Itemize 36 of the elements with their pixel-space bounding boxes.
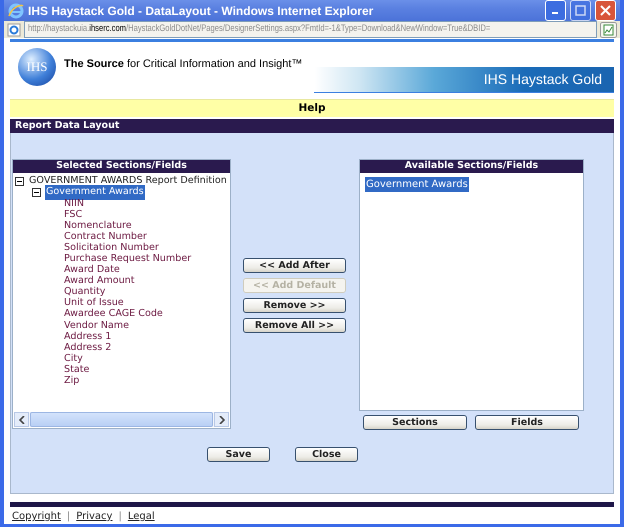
section-title-bar: Report Data Layout bbox=[10, 119, 614, 133]
collapse-toggle-icon[interactable] bbox=[15, 177, 24, 186]
view-button[interactable]: Fields bbox=[475, 415, 579, 430]
tree-item[interactable]: Zip bbox=[63, 374, 80, 388]
dialog-button[interactable]: Close bbox=[295, 447, 358, 462]
footer-link[interactable]: Privacy bbox=[76, 509, 112, 524]
collapse-toggle-icon[interactable] bbox=[32, 188, 41, 198]
window-title: IHS Haystack Gold - DataLayout - Windows Internet Explorer bbox=[28, 2, 374, 20]
tree-item[interactable]: Government Awards bbox=[45, 185, 145, 200]
logo: IHS bbox=[18, 48, 56, 86]
banner-title: IHS Haystack Gold bbox=[314, 67, 614, 93]
address-field[interactable]: http://haystackuia.ihserc.com/HaystackGoldDotNet/Pages/DesignerSettings.aspx?FmtId=-1&Type=Download&NewWindow=True&DBID= bbox=[24, 21, 597, 38]
panel-header: Available Sections/Fields bbox=[360, 160, 583, 173]
move-button[interactable]: << Add After bbox=[243, 258, 346, 273]
list-item[interactable]: Government Awards bbox=[365, 177, 469, 192]
panel-header: Selected Sections/Fields bbox=[13, 160, 230, 173]
move-button[interactable]: Remove All >> bbox=[243, 318, 346, 333]
scroll-right-icon[interactable] bbox=[218, 416, 224, 424]
footer-link[interactable]: Legal bbox=[128, 509, 155, 524]
view-button[interactable]: Sections bbox=[363, 415, 467, 430]
scroll-left-icon[interactable] bbox=[18, 416, 24, 424]
move-button[interactable]: Remove >> bbox=[243, 298, 346, 313]
separator: | bbox=[66, 510, 70, 524]
minimize-button[interactable] bbox=[545, 0, 566, 21]
maximize-button[interactable] bbox=[570, 0, 591, 21]
tagline: The Source for Critical Information and Insight™ bbox=[64, 56, 302, 72]
browser-icon bbox=[8, 2, 24, 18]
footer-link[interactable]: Copyright bbox=[12, 509, 61, 524]
maximize-icon bbox=[575, 5, 586, 16]
close-icon bbox=[600, 5, 611, 16]
help-bar[interactable]: Help bbox=[10, 99, 614, 117]
separator: | bbox=[118, 510, 122, 524]
close-button[interactable] bbox=[595, 0, 616, 21]
horizontal-scrollbar[interactable] bbox=[14, 412, 229, 427]
page-status-icon[interactable] bbox=[600, 22, 617, 38]
dialog-button[interactable]: Save bbox=[207, 447, 270, 462]
